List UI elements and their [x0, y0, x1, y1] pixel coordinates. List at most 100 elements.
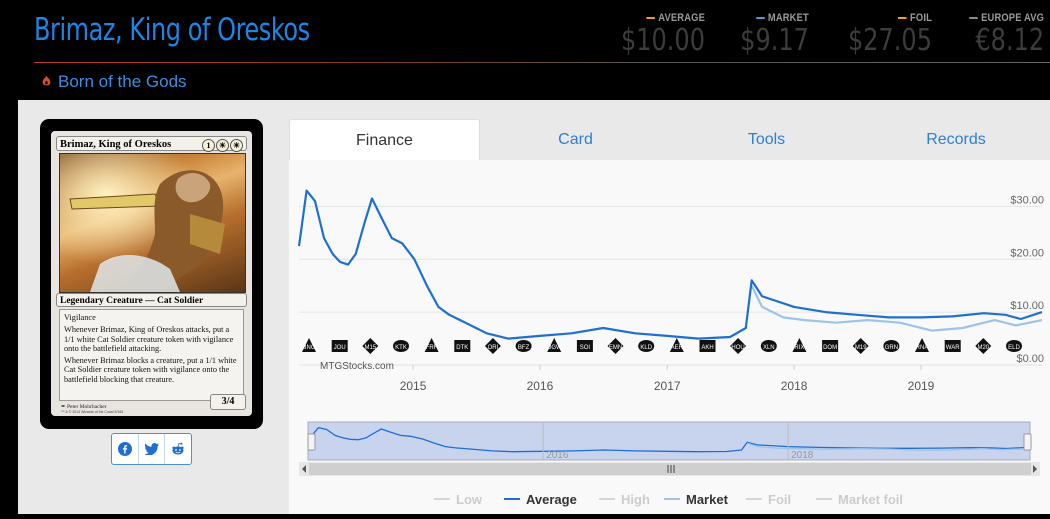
legend-item-high[interactable]: High — [621, 492, 650, 507]
legend-item-average[interactable]: Average — [526, 492, 577, 507]
legend-swatch-icon — [898, 17, 907, 20]
series-line-average — [297, 189, 1043, 340]
set-symbol-code: BNG — [302, 345, 315, 351]
set-link[interactable]: Born of the Gods — [40, 72, 187, 92]
set-symbol-icon: XLN — [760, 340, 777, 352]
set-symbol-code: HOU — [731, 345, 744, 351]
set-symbol-code: M20 — [977, 345, 989, 351]
power-toughness: 3/4 — [210, 394, 246, 410]
tab-finance[interactable]: Finance — [289, 119, 480, 161]
rules-line: Whenever Brimaz blocks a creature, put a… — [64, 356, 237, 384]
tab-tools[interactable]: Tools — [671, 119, 862, 161]
set-symbol-icon: ORI — [484, 338, 501, 354]
legend-item-low[interactable]: Low — [456, 492, 483, 507]
mana-symbol: ☀ — [216, 139, 229, 152]
price-stat-value: $10.00 — [621, 23, 705, 58]
legend-item-foil[interactable]: Foil — [768, 492, 791, 507]
set-symbol-code: ORI — [488, 345, 499, 351]
set-symbol-code: M19 — [855, 345, 867, 351]
card-type-line: Legendary Creature — Cat Soldier — [56, 293, 247, 307]
set-name: Born of the Gods — [58, 72, 187, 91]
set-symbol-code: JOU — [334, 345, 346, 351]
set-symbol-code: RIX — [794, 345, 804, 351]
price-stat: AVERAGE $10.00 — [600, 12, 705, 56]
set-symbol-icon: KTK — [393, 340, 409, 352]
card-image[interactable]: Brimaz, King of Oreskos 1 ☀ ☀ Legendary Cr… — [51, 131, 252, 416]
set-symbol-code: KLD — [640, 345, 652, 351]
mana-symbol: ☀ — [230, 139, 243, 152]
set-symbol-icon: OGW — [547, 338, 562, 352]
page-header: Brimaz, King of Oreskos Born of the Gods… — [0, 0, 1050, 100]
navigator-handle-left — [307, 433, 316, 451]
set-symbol-icon: M20 — [975, 338, 992, 354]
navigator-range — [307, 421, 1031, 461]
set-symbol-code: FRF — [426, 345, 438, 351]
price-chart-area: $30.00 $20.00 $10.00 $0.00 2015 2016 2017 2018 2… — [289, 160, 1050, 514]
set-symbol-icon: GRN — [883, 340, 900, 352]
y-tick-label: $10.00 — [1010, 300, 1044, 312]
title-divider — [34, 62, 1050, 63]
set-symbol-code: AER — [671, 345, 684, 351]
card-art-illustration — [60, 154, 245, 292]
set-symbol-icon: AKH — [699, 340, 716, 352]
x-tick-label: 2016 — [527, 379, 554, 393]
legend-swatch-icon — [969, 17, 978, 20]
reddit-icon — [172, 442, 184, 455]
reddit-share-button[interactable] — [164, 434, 191, 464]
rules-line: Vigilance — [64, 313, 96, 322]
share-buttons — [111, 433, 192, 465]
legend-swatch-icon — [756, 17, 765, 20]
set-symbol-icon: AER — [669, 338, 684, 352]
twitter-icon — [144, 443, 159, 455]
y-tick-label: $20.00 — [1010, 247, 1044, 259]
set-symbol-code: WAR — [946, 345, 960, 351]
chart-credit: MTGStocks.com — [320, 361, 394, 372]
price-stat-value: $27.05 — [848, 23, 932, 58]
section-tabs: Finance Card Tools Records — [289, 119, 1050, 161]
navigator-scrollbar-thumb — [309, 463, 1031, 475]
set-symbol-code: AKH — [701, 345, 713, 351]
set-symbol-code: XLN — [763, 345, 775, 351]
set-symbol-icon: BFZ — [515, 340, 532, 352]
card-title: Brimaz, King of Oreskos — [34, 12, 310, 48]
set-symbol-code: BFZ — [518, 345, 530, 351]
set-symbol-icon: SOI — [576, 340, 593, 352]
tab-card[interactable]: Card — [480, 119, 671, 161]
price-history-chart[interactable]: $30.00 $20.00 $10.00 $0.00 2015 2016 2017 2018 2… — [289, 160, 1050, 514]
card-image-name: Brimaz, King of Oreskos — [60, 139, 172, 150]
rules-line: Whenever Brimaz, King of Oreskos attacks… — [64, 325, 234, 353]
set-symbol-code: DTK — [456, 345, 468, 351]
set-symbol-code: EMN — [609, 345, 622, 351]
facebook-icon — [117, 442, 132, 456]
twitter-share-button[interactable] — [137, 434, 165, 464]
set-symbol-icon: WAR — [944, 340, 961, 352]
x-tick-label: 2018 — [781, 379, 808, 393]
price-stat: FOIL $27.05 — [827, 12, 932, 56]
set-symbol-icon: KLD — [638, 340, 655, 352]
tab-records[interactable]: Records — [862, 119, 1050, 161]
set-symbol-icon: BNG — [302, 338, 316, 352]
legend-item-market-foil[interactable]: Market foil — [838, 492, 903, 507]
set-symbol-icon: FRF — [424, 338, 439, 352]
price-stat-value: $9.17 — [740, 23, 809, 58]
set-symbol-icon: M15 — [362, 338, 379, 354]
set-symbol-code: GRN — [885, 345, 898, 351]
navigator-tick-label: 2018 — [791, 450, 814, 461]
set-symbol-icon: EMN — [607, 338, 624, 354]
facebook-share-button[interactable] — [112, 434, 138, 464]
set-symbol-code: KTK — [395, 345, 407, 351]
mana-cost: 1 ☀ ☀ — [201, 138, 243, 153]
set-symbol-icon: RIX — [792, 338, 807, 352]
y-tick-label: $30.00 — [1010, 194, 1044, 206]
legend-swatch-icon — [646, 17, 655, 20]
price-stat-value: €8.12 — [975, 23, 1044, 58]
set-symbol-code: M15 — [364, 345, 376, 351]
x-tick-label: 2019 — [908, 379, 935, 393]
set-symbol-code: ELD — [1008, 345, 1020, 351]
legend-item-market[interactable]: Market — [686, 492, 729, 507]
mana-symbol: 1 — [202, 139, 215, 152]
price-stat: MARKET $9.17 — [723, 12, 809, 56]
set-symbol-icon: DTK — [454, 340, 471, 352]
card-nameplate: Brimaz, King of Oreskos 1 ☀ ☀ — [56, 136, 247, 153]
set-symbol-icon: RNA — [915, 338, 929, 352]
